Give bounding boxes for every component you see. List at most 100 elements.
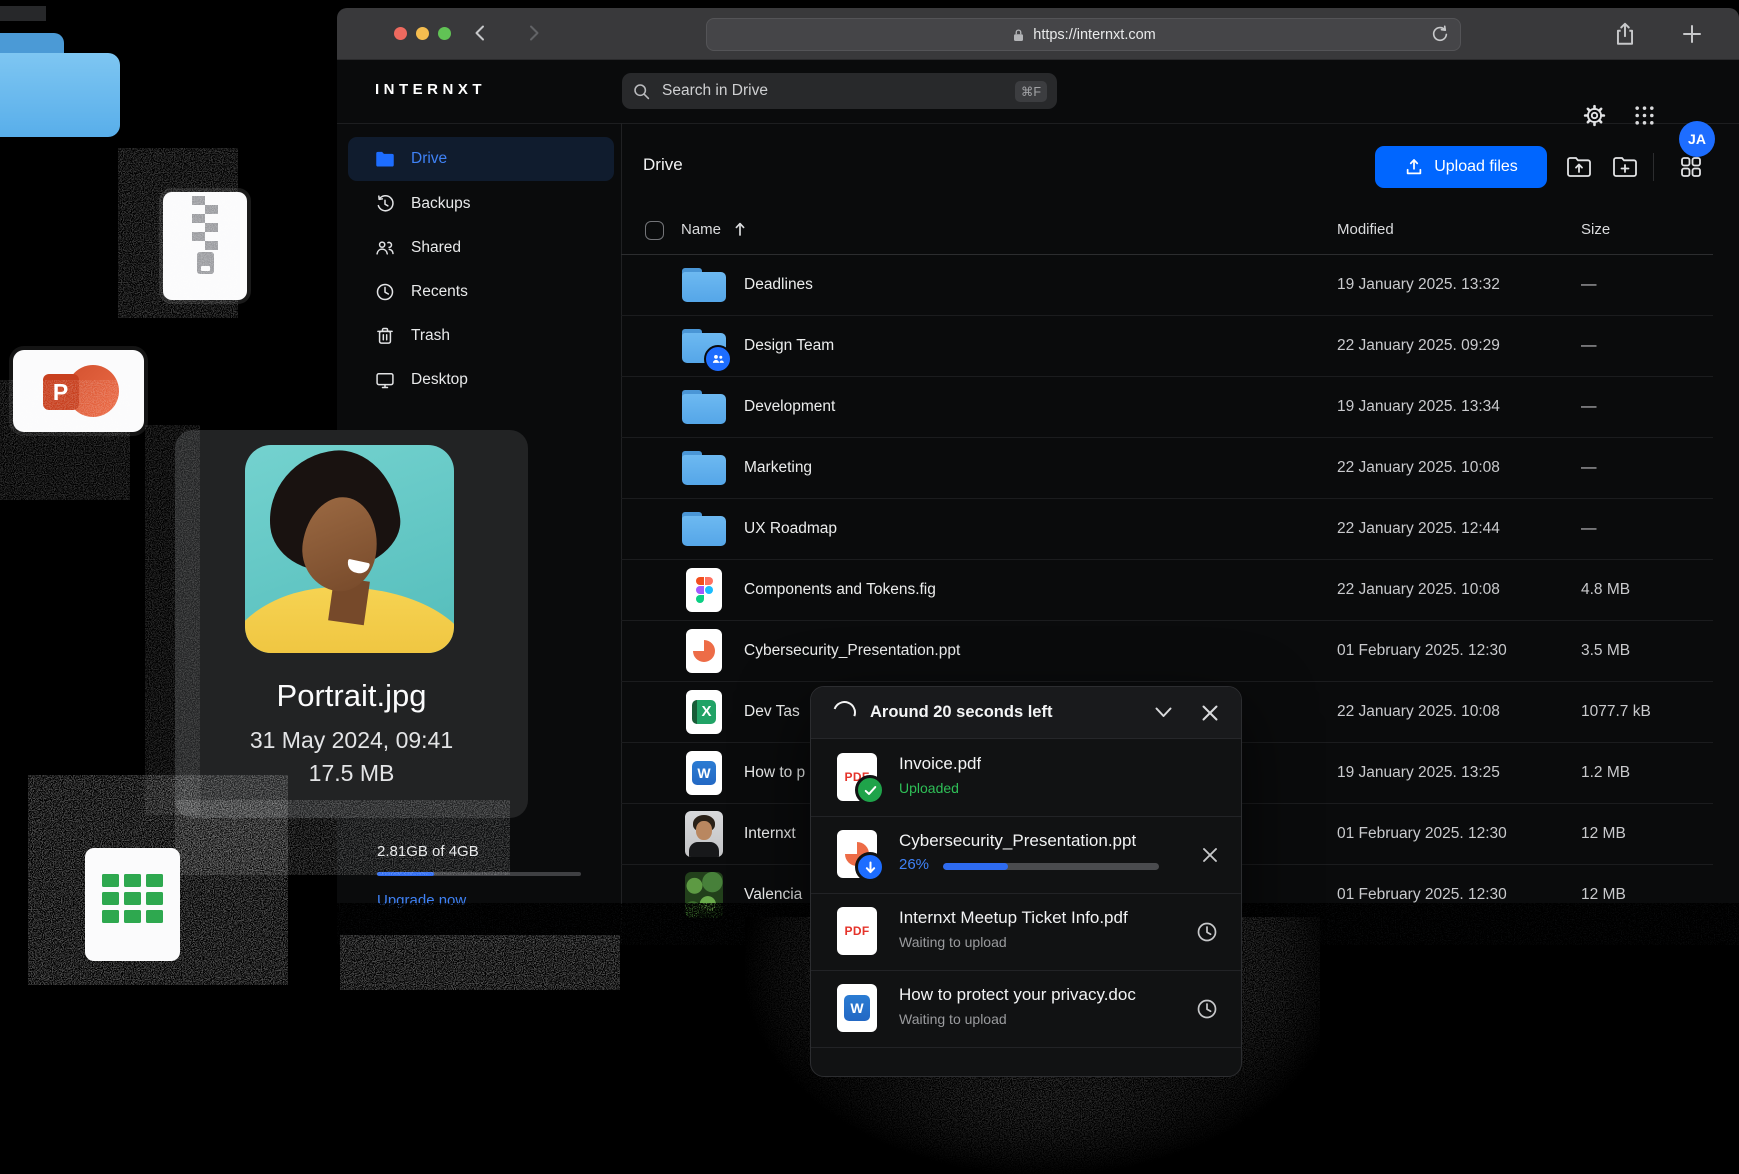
file-modified: 22 January 2025. 12:44	[1337, 520, 1500, 538]
toolbar-divider	[1653, 153, 1654, 181]
column-header-name[interactable]: Name	[681, 221, 721, 238]
chevron-down-icon[interactable]	[1154, 706, 1173, 719]
page-title: Drive	[643, 155, 683, 175]
decorative-powerpoint-icon: P	[13, 350, 144, 432]
table-row[interactable]: Cybersecurity_Presentation.ppt 01 Februa…	[621, 620, 1713, 682]
image-thumbnail	[680, 871, 728, 919]
pdf-file-icon: PDF	[837, 753, 877, 801]
file-size: 4.8 MB	[1581, 581, 1630, 599]
file-name: Components and Tokens.fig	[744, 581, 936, 599]
sidebar-item-shared[interactable]: Shared	[348, 226, 614, 270]
file-modified: 01 February 2025. 12:30	[1337, 642, 1507, 660]
sidebar-item-trash[interactable]: Trash	[348, 314, 614, 358]
forward-button[interactable]	[524, 24, 542, 42]
select-all-checkbox[interactable]	[645, 221, 664, 240]
search-bar[interactable]: ⌘F	[622, 73, 1057, 109]
file-name: Development	[744, 398, 835, 416]
table-header: Name Modified Size	[621, 208, 1713, 255]
table-row[interactable]: Design Team 22 January 2025. 09:29 —	[621, 315, 1713, 377]
people-badge-icon	[711, 353, 725, 365]
file-modified: 19 January 2025. 13:34	[1337, 398, 1500, 416]
folder-icon	[680, 383, 728, 431]
upload-progress-track	[943, 863, 1159, 870]
cancel-upload-icon[interactable]	[1201, 846, 1219, 864]
upgrade-link[interactable]: Upgrade now	[377, 892, 581, 909]
table-row[interactable]: Components and Tokens.fig 22 January 202…	[621, 559, 1713, 621]
word-file-icon: W	[837, 984, 877, 1032]
folder-icon	[375, 149, 395, 169]
file-preview-card: Portrait.jpg 31 May 2024, 09:41 17.5 MB	[175, 430, 528, 818]
folder-upload-icon	[1566, 155, 1592, 179]
upload-item: W How to protect your privacy.doc Waitin…	[811, 970, 1241, 1047]
address-bar[interactable]: https://internxt.com	[706, 18, 1461, 51]
spinner-icon	[829, 697, 860, 728]
app-header: INTERNXT ⌘F	[337, 59, 1739, 124]
sort-ascending-icon	[733, 221, 747, 237]
new-folder-button[interactable]	[1607, 149, 1643, 185]
search-input[interactable]	[660, 81, 1006, 101]
corner-artifact	[0, 6, 46, 21]
image-thumbnail	[680, 810, 728, 858]
file-name: Design Team	[744, 337, 834, 355]
internxt-logo: INTERNXT	[375, 81, 486, 98]
shared-folder-icon	[680, 322, 728, 370]
zoom-window-button[interactable]	[438, 27, 451, 40]
pdf-file-icon: PDF	[837, 907, 877, 955]
close-window-button[interactable]	[394, 27, 407, 40]
decorative-folder-icon	[0, 33, 120, 137]
file-modified: 22 January 2025. 10:08	[1337, 703, 1500, 721]
grid-view-button[interactable]	[1673, 149, 1709, 185]
storage-widget: 2.81GB of 4GB Upgrade now	[377, 843, 581, 909]
upload-progress-fill	[943, 863, 1008, 870]
sidebar-item-backups[interactable]: Backups	[348, 182, 614, 226]
back-button[interactable]	[472, 24, 490, 42]
file-size: —	[1581, 337, 1597, 355]
upload-item-name: Internxt Meetup Ticket Info.pdf	[899, 908, 1128, 928]
share-icon[interactable]	[1613, 21, 1637, 47]
browser-chrome: https://internxt.com	[337, 8, 1739, 60]
minimize-window-button[interactable]	[416, 27, 429, 40]
file-size: 12 MB	[1581, 825, 1626, 843]
file-size: —	[1581, 276, 1597, 294]
sidebar-item-drive[interactable]: Drive	[348, 137, 614, 181]
word-file-icon: W	[680, 749, 728, 797]
file-size: —	[1581, 520, 1597, 538]
powerpoint-file-icon	[680, 627, 728, 675]
column-header-modified[interactable]: Modified	[1337, 221, 1394, 238]
table-row[interactable]: Development 19 January 2025. 13:34 —	[621, 376, 1713, 438]
file-name: Dev Tas	[744, 703, 800, 721]
file-modified: 19 January 2025. 13:25	[1337, 764, 1500, 782]
sidebar-item-label: Shared	[411, 239, 461, 257]
table-row[interactable]: UX Roadmap 22 January 2025. 12:44 —	[621, 498, 1713, 560]
trash-icon	[375, 326, 395, 346]
file-size: 1.2 MB	[1581, 764, 1630, 782]
file-modified: 22 January 2025. 10:08	[1337, 459, 1500, 477]
table-row[interactable]: Deadlines 19 January 2025. 13:32 —	[621, 254, 1713, 316]
file-modified: 19 January 2025. 13:32	[1337, 276, 1500, 294]
decorative-zip-file-icon	[163, 192, 247, 300]
upload-item: Cybersecurity_Presentation.ppt 26%	[811, 816, 1241, 893]
powerpoint-file-icon	[837, 830, 877, 878]
figma-file-icon	[680, 566, 728, 614]
new-tab-icon[interactable]	[1681, 23, 1703, 45]
upload-progress-popup: Around 20 seconds left PDF Invoice.pdf U…	[810, 686, 1242, 1077]
sidebar-item-recents[interactable]: Recents	[348, 270, 614, 314]
sidebar-item-label: Desktop	[411, 371, 468, 389]
storage-usage-text: 2.81GB of 4GB	[377, 843, 581, 860]
file-modified: 22 January 2025. 10:08	[1337, 581, 1500, 599]
grid-view-icon	[1679, 155, 1703, 179]
file-size: 3.5 MB	[1581, 642, 1630, 660]
preview-size: 17.5 MB	[175, 760, 528, 787]
file-name: How to p	[744, 764, 805, 782]
upload-files-button[interactable]: Upload files	[1375, 146, 1547, 188]
sidebar-item-desktop[interactable]: Desktop	[348, 358, 614, 402]
file-size: —	[1581, 459, 1597, 477]
table-row[interactable]: Marketing 22 January 2025. 10:08 —	[621, 437, 1713, 499]
upload-folder-button[interactable]	[1561, 149, 1597, 185]
upload-icon	[1404, 157, 1424, 177]
upload-item-status: Waiting to upload	[899, 934, 1007, 950]
reload-icon[interactable]	[1430, 24, 1450, 44]
file-size: 12 MB	[1581, 886, 1626, 904]
column-header-size[interactable]: Size	[1581, 221, 1610, 238]
close-icon[interactable]	[1201, 704, 1219, 722]
